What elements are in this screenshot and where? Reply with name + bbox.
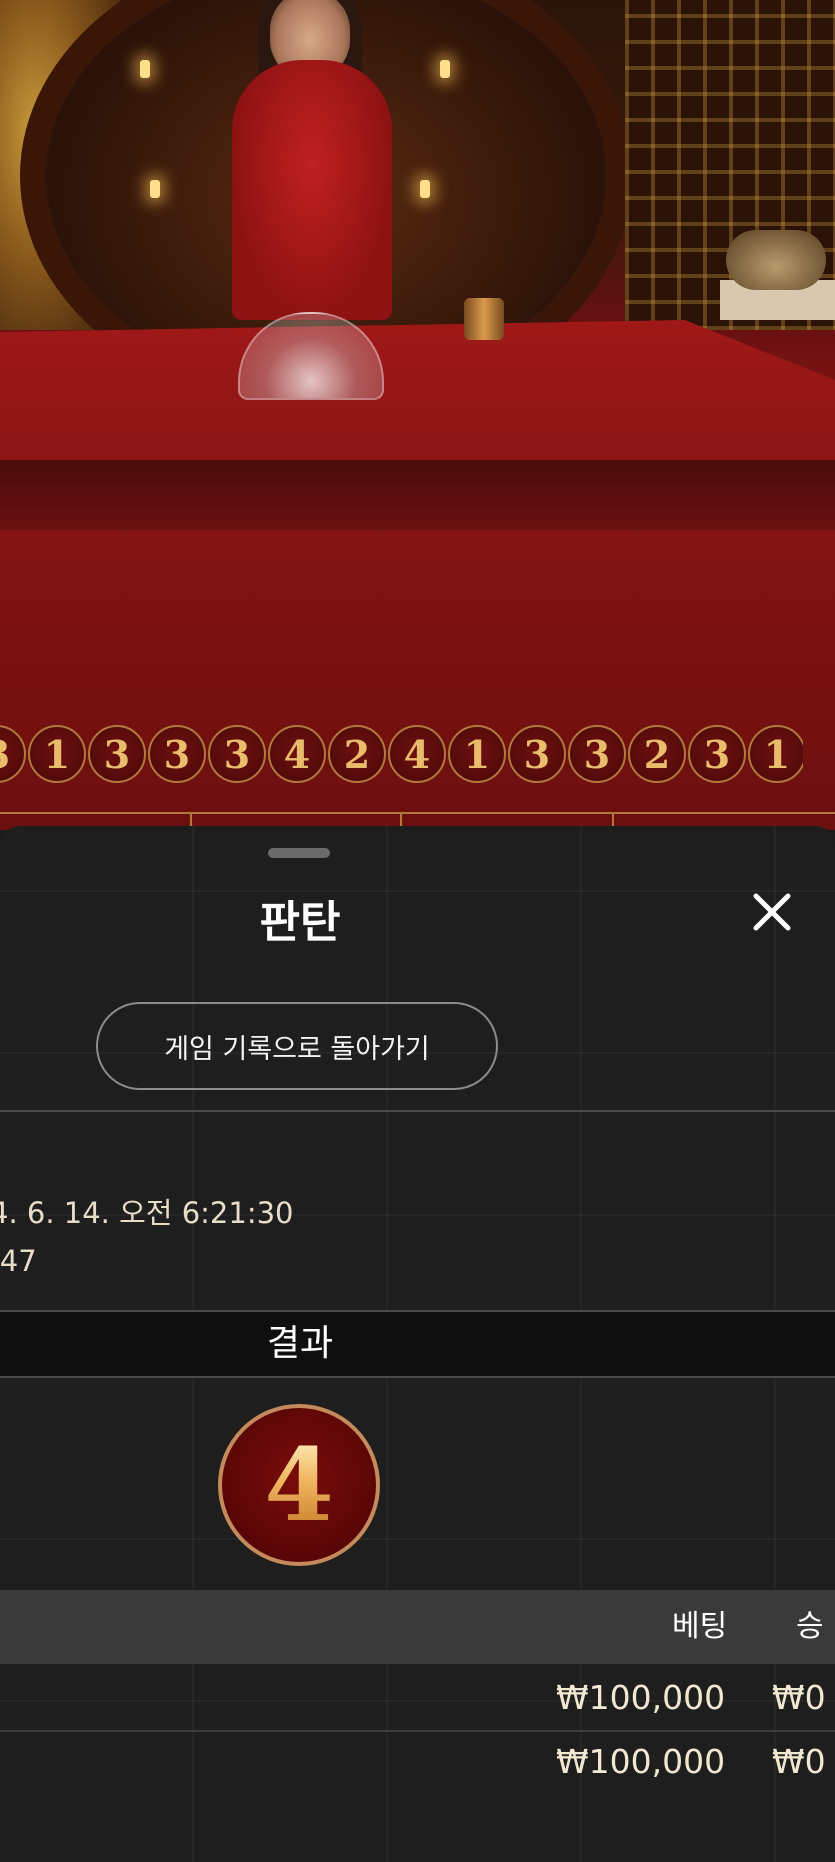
close-button[interactable] — [744, 884, 800, 940]
road-result-ball: 3 — [88, 725, 146, 783]
road-result-ball: 1 — [28, 725, 86, 783]
road-result-ball: 4 — [268, 725, 326, 783]
back-to-history-button[interactable]: 게임 기록으로 돌아가기 — [96, 1002, 498, 1090]
road-result-ball: 1 — [748, 725, 803, 783]
road-result-ball: 3 — [208, 725, 266, 783]
road-result-ball: 3 — [568, 725, 626, 783]
result-ball: 4 — [218, 1404, 380, 1566]
road-result-ball: 4 — [388, 725, 446, 783]
bets-table-header: 베팅 승 — [0, 1590, 835, 1664]
game-table — [0, 320, 835, 470]
result-number: 4 — [264, 1426, 334, 1544]
candle-light — [150, 180, 160, 198]
result-header-bar: 결과 — [0, 1310, 835, 1378]
road-result-ball: 3 — [0, 725, 26, 783]
bet-amount: ₩100,000 — [556, 1742, 726, 1781]
road-result-ball: 1 — [448, 725, 506, 783]
candle-light — [420, 180, 430, 198]
divider — [0, 1110, 835, 1112]
road-result-ball: 3 — [148, 725, 206, 783]
table-edge — [0, 460, 835, 530]
road-result-ball: 3 — [508, 725, 566, 783]
road-result-ball: 2 — [628, 725, 686, 783]
win-amount: ₩0 — [772, 1678, 826, 1717]
sheet-title: 판탄 — [259, 897, 341, 948]
game-datetime: 4. 6. 14. 오전 6:21:30 — [0, 1196, 294, 1230]
column-header-bet: 베팅 — [672, 1609, 728, 1644]
history-detail-sheet: 판탄 게임 기록으로 돌아가기 4. 6. 14. 오전 6:21:30 :47… — [0, 826, 835, 1862]
road-result-ball: 2 — [328, 725, 386, 783]
road-result-ball: 3 — [688, 725, 746, 783]
results-road: 313334241332312 — [0, 720, 803, 788]
game-duration: :47 — [0, 1244, 37, 1278]
close-icon — [753, 893, 791, 931]
candle-light — [440, 60, 450, 78]
dragon-statue — [726, 230, 826, 290]
table-row: ₩100,000 ₩0 — [0, 1666, 835, 1732]
column-header-win: 승 — [796, 1609, 824, 1644]
candle-light — [140, 60, 150, 78]
win-amount: ₩0 — [772, 1742, 826, 1781]
table-row: ₩100,000 ₩0 — [0, 1730, 835, 1794]
dealer — [232, 60, 392, 320]
live-video-feed — [0, 0, 835, 830]
sheet-drag-handle[interactable] — [268, 848, 330, 858]
brass-cup — [464, 298, 504, 340]
result-label: 결과 — [266, 1323, 334, 1364]
bet-amount: ₩100,000 — [556, 1678, 726, 1717]
